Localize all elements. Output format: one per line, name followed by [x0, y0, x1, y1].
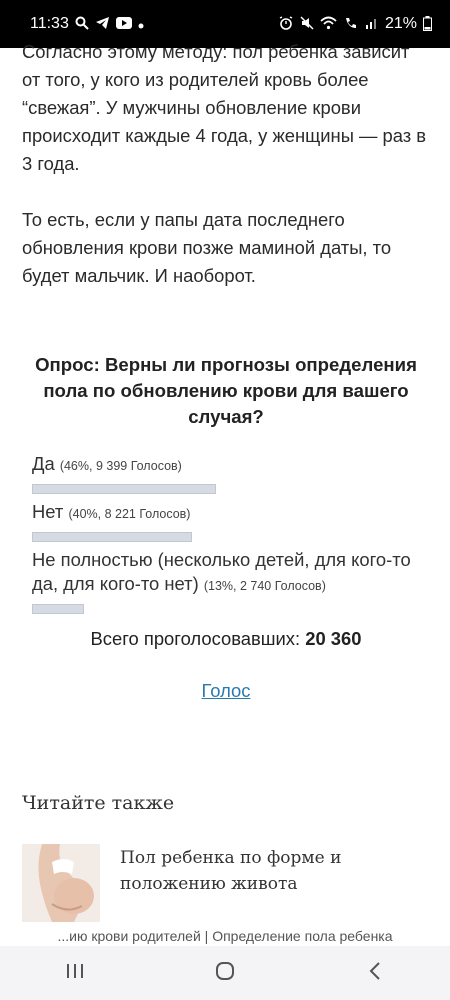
signal-icon	[365, 16, 379, 32]
poll-result-bar	[32, 532, 192, 542]
navigation-bar	[0, 946, 450, 1000]
poll-option: Нет (40%, 8 221 Голосов)	[32, 500, 420, 526]
poll-result-bar	[32, 484, 216, 494]
youtube-icon	[115, 17, 132, 31]
article-content: Согласно этому методу: пол ребенка завис…	[22, 38, 430, 290]
alarm-icon	[278, 16, 294, 32]
related-heading: Читайте также	[22, 792, 175, 814]
battery-percent: 21%	[384, 15, 417, 32]
telegram-icon	[95, 16, 110, 32]
vote-link[interactable]: Голос	[32, 680, 420, 702]
poll-option-stats: (13%, 2 740 Голосов)	[203, 579, 326, 593]
battery-icon	[423, 15, 432, 33]
poll-total-label: Всего проголосовавших:	[90, 628, 301, 649]
home-icon	[215, 961, 235, 986]
recent-apps-button[interactable]	[45, 953, 105, 993]
wifi-icon	[320, 16, 337, 32]
poll-option: Не полностью (несколько детей, для кого-…	[32, 548, 420, 598]
article-paragraph-2: То есть, если у папы дата последнего обн…	[22, 209, 392, 286]
status-right: 21%	[278, 15, 432, 33]
poll-result-bar	[32, 604, 84, 614]
mute-icon	[300, 16, 314, 32]
recent-apps-icon	[66, 963, 84, 984]
home-button[interactable]	[195, 953, 255, 993]
poll-total: Всего проголосовавших: 20 360	[32, 628, 420, 650]
article-paragraph-1: Согласно этому методу: пол ребенка завис…	[22, 41, 427, 174]
search-icon	[75, 16, 89, 32]
poll-option: Да (46%, 9 399 Голосов)	[32, 452, 420, 478]
status-time: 11:33	[30, 15, 69, 32]
status-left: 11:33	[30, 15, 144, 33]
poll-option-stats: (40%, 8 221 Голосов)	[68, 507, 191, 521]
poll-option-label: Нет	[32, 501, 64, 522]
poll-total-value: 20 360	[305, 628, 362, 649]
back-button[interactable]	[345, 953, 405, 993]
wifi-call-icon	[343, 16, 359, 32]
breadcrumb[interactable]: ...ию крови родителей | Определение пола…	[0, 928, 450, 944]
related-article-link[interactable]: Пол ребенка по форме и положению живота	[120, 845, 430, 897]
poll-question: Опрос: Верны ли прогнозы определения пол…	[35, 354, 417, 427]
related-thumbnail[interactable]	[22, 844, 100, 922]
poll-option-stats: (46%, 9 399 Голосов)	[59, 459, 182, 473]
dot-icon	[138, 17, 144, 31]
poll-option-label: Да	[32, 453, 55, 474]
back-icon	[369, 961, 381, 985]
poll: Опрос: Верны ли прогнозы определения пол…	[32, 352, 420, 702]
